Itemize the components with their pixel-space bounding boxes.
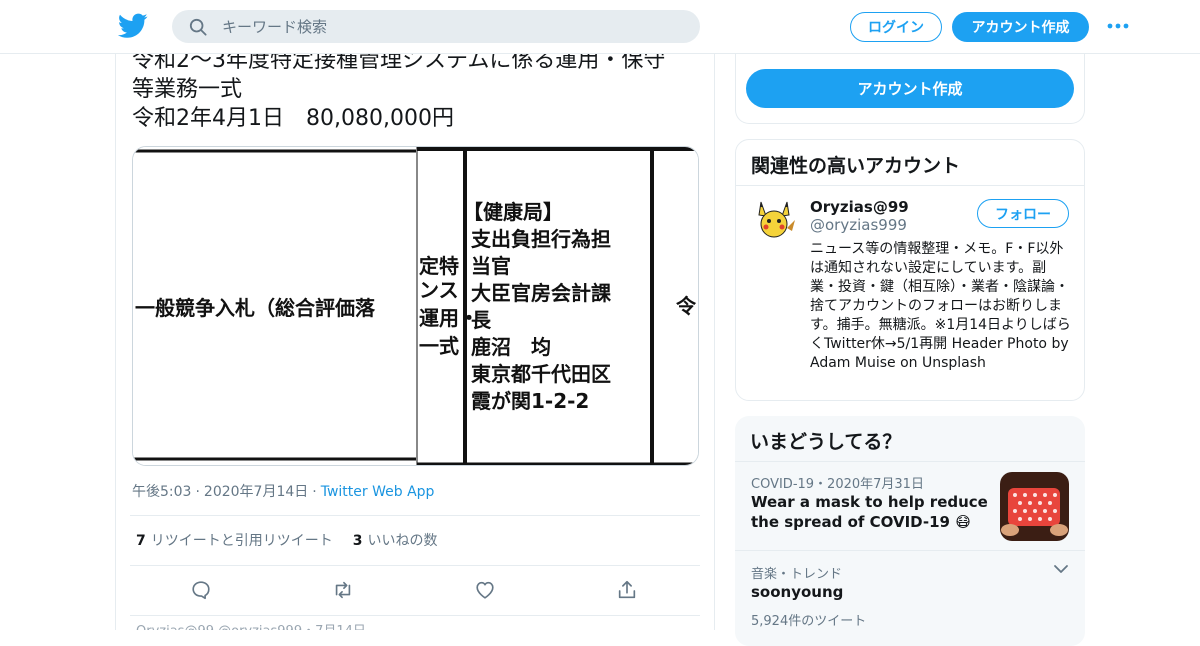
search-input[interactable] — [222, 17, 672, 36]
sidebar-signup-button[interactable]: アカウント作成 — [746, 69, 1074, 108]
svg-text:支出負担行為担: 支出負担行為担 — [471, 227, 611, 251]
reply-preview[interactable]: Oryzias@99 @oryzias999・7月14日 — [136, 620, 696, 630]
svg-text:一式: 一式 — [419, 334, 459, 358]
trend-thumbnail — [1000, 472, 1069, 541]
chevron-down-icon[interactable] — [1053, 563, 1069, 575]
trend-title: soonyoung — [751, 583, 844, 601]
svg-text:鹿沼 均: 鹿沼 均 — [471, 335, 551, 359]
tweet-metadata: 午後5:03 · 2020年7月14日 · Twitter Web App — [132, 484, 435, 500]
svg-text:令: 令 — [676, 294, 697, 318]
trend-context: 音楽・トレンド — [751, 567, 843, 582]
tweet-detail-column: 令和2～3年度特定接種管理システムに係る運用・保守 等業務一式 令和2年4月1日… — [115, 54, 715, 630]
search-bar — [172, 10, 700, 43]
tweet-stats: 7 リツイートと引用リツイート 3 いいねの数 — [136, 530, 458, 550]
account-name[interactable]: Oryzias@99 — [810, 198, 909, 216]
svg-text:霞が関1-2-2: 霞が関1-2-2 — [471, 389, 589, 413]
signup-button[interactable]: アカウント作成 — [952, 12, 1089, 42]
trend-item[interactable]: 音楽・トレンド soonyoung 5,924件のツイート — [735, 551, 1085, 646]
divider — [130, 615, 700, 616]
svg-text:【健康局】: 【健康局】 — [463, 200, 563, 224]
trend-title: Wear a mask to help reduce the spread of… — [751, 493, 988, 531]
related-accounts-title: 関連性の高いアカウント — [736, 140, 1084, 186]
account-bio: ニュース等の情報整理・メモ。F・F以外は通知されない設定にしています。副業・投資… — [810, 241, 1071, 371]
divider — [130, 565, 700, 566]
tweet-time[interactable]: 午後5:03 — [132, 484, 191, 500]
trend-item[interactable]: COVID-19・2020年7月31日 Wear a mask to help … — [735, 462, 1085, 551]
svg-text:長: 長 — [471, 308, 492, 332]
like-stat[interactable]: 3 いいねの数 — [353, 530, 438, 550]
retweet-stat[interactable]: 7 リツイートと引用リツイート — [136, 530, 333, 550]
svg-text:当官: 当官 — [471, 254, 511, 278]
divider — [130, 515, 700, 516]
share-icon[interactable] — [616, 579, 638, 601]
follow-button[interactable]: フォロー — [977, 199, 1069, 228]
top-navigation-bar: ログイン アカウント作成 — [0, 0, 1200, 54]
login-button[interactable]: ログイン — [850, 12, 942, 42]
svg-text:東京都千代田区: 東京都千代田区 — [471, 362, 611, 386]
tweet-text: 令和2～3年度特定接種管理システムに係る運用・保守 等業務一式 令和2年4月1日… — [132, 54, 666, 131]
svg-text:定特: 定特 — [419, 254, 459, 278]
related-accounts-card: 関連性の高いアカウント Oryzias@99 @oryzias999 フォロー … — [735, 139, 1085, 401]
tweet-media-image[interactable]: 一般競争入札（総合評価落 定特 ンス 運用・ 一式 【健康局】 支出負担行為担 … — [132, 146, 699, 466]
tweet-date[interactable]: 2020年7月14日 — [204, 484, 308, 500]
media-left-text: 一般競争入札（総合評価落 — [135, 296, 376, 320]
reply-icon[interactable] — [190, 579, 212, 601]
document-scan-image: 一般競争入札（総合評価落 定特 ンス 運用・ 一式 【健康局】 支出負担行為担 … — [133, 147, 698, 465]
search-icon — [189, 18, 207, 36]
twitter-bird-icon[interactable] — [118, 12, 148, 40]
tweet-source-app[interactable]: Twitter Web App — [321, 484, 435, 500]
avatar[interactable] — [751, 198, 797, 244]
svg-text:大臣官房会計課: 大臣官房会計課 — [471, 281, 612, 305]
trends-card: いまどうしてる？ COVID-19・2020年7月31日 Wear a mask… — [735, 416, 1085, 646]
account-handle[interactable]: @oryzias999 — [810, 216, 907, 234]
retweet-icon[interactable] — [332, 579, 354, 601]
svg-text:運用・: 運用・ — [419, 306, 479, 330]
trend-context: COVID-19・2020年7月31日 — [751, 477, 924, 492]
trends-title: いまどうしてる？ — [735, 416, 1085, 462]
like-icon[interactable] — [474, 579, 496, 601]
trend-tweet-count: 5,924件のツイート — [751, 614, 867, 629]
tweet-actions — [190, 579, 714, 601]
svg-text:ンス: ンス — [419, 278, 459, 302]
more-dots-icon[interactable] — [1106, 18, 1130, 34]
